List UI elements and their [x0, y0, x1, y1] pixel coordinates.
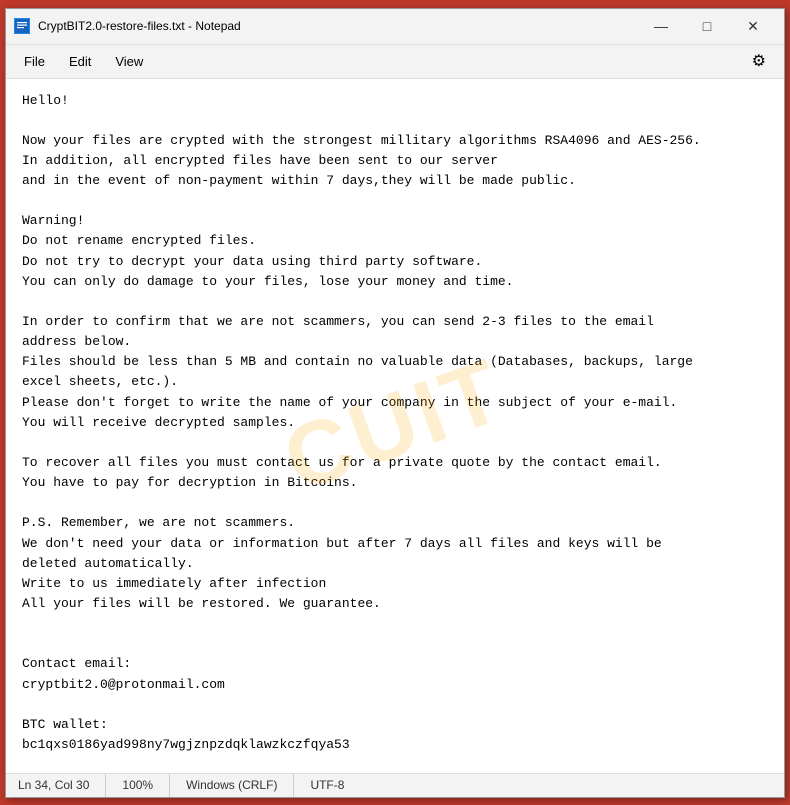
settings-icon[interactable]: ⚙ — [742, 47, 776, 75]
title-bar: CryptBIT2.0-restore-files.txt - Notepad … — [6, 9, 784, 45]
window-controls: — □ ✕ — [638, 8, 776, 44]
window-title: CryptBIT2.0-restore-files.txt - Notepad — [38, 19, 638, 33]
notepad-window: CryptBIT2.0-restore-files.txt - Notepad … — [5, 8, 785, 798]
menu-view[interactable]: View — [105, 50, 153, 73]
menu-file[interactable]: File — [14, 50, 55, 73]
cursor-position: Ln 34, Col 30 — [18, 774, 106, 797]
status-bar: Ln 34, Col 30 100% Windows (CRLF) UTF-8 — [6, 773, 784, 797]
editor-area[interactable]: CUIT Hello! Now your files are crypted w… — [6, 79, 784, 773]
minimize-button[interactable]: — — [638, 8, 684, 44]
line-ending: Windows (CRLF) — [170, 774, 294, 797]
menu-bar: File Edit View ⚙ — [6, 45, 784, 79]
encoding: UTF-8 — [294, 774, 360, 797]
close-button[interactable]: ✕ — [730, 8, 776, 44]
app-icon — [14, 18, 30, 34]
editor-content: Hello! Now your files are crypted with t… — [22, 91, 768, 773]
maximize-button[interactable]: □ — [684, 8, 730, 44]
menu-edit[interactable]: Edit — [59, 50, 101, 73]
zoom-level: 100% — [106, 774, 170, 797]
